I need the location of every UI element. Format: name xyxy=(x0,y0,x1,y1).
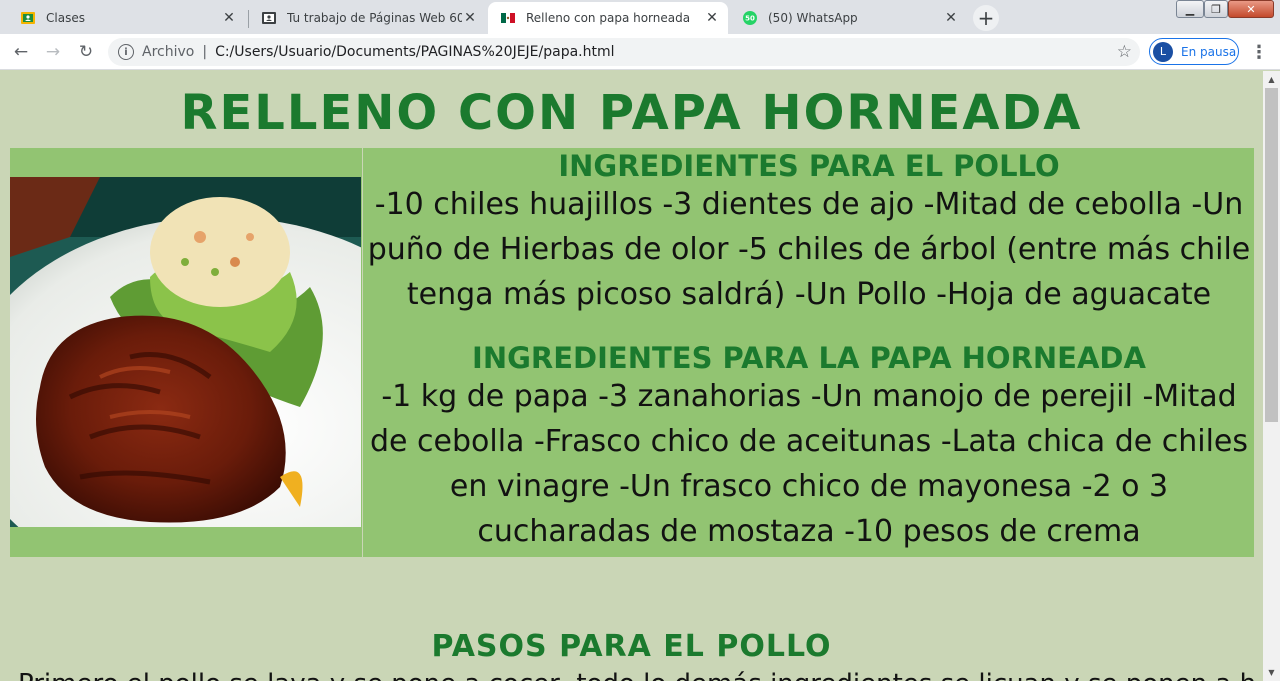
ingredientes-pollo: INGREDIENTES PARA EL POLLO -10 chiles hu… xyxy=(366,150,1252,317)
page-viewport: RELLENO CON PAPA HORNEADA INGREDIENTES P… xyxy=(0,71,1263,681)
tab-clases[interactable]: Clases ✕ xyxy=(8,2,245,34)
ingredientes-papa: INGREDIENTES PARA LA PAPA HORNEADA -1 kg… xyxy=(366,342,1252,554)
reload-button[interactable]: ↻ xyxy=(74,40,98,64)
page-title: RELLENO CON PAPA HORNEADA xyxy=(180,85,1083,141)
whatsapp-icon: 50 xyxy=(742,10,758,26)
scroll-up-arrow-icon[interactable]: ▲ xyxy=(1263,71,1280,88)
address-url[interactable]: C:/Users/Usuario/Documents/PAGINAS%20JEJ… xyxy=(215,44,614,60)
scroll-thumb[interactable] xyxy=(1265,88,1278,422)
food-photo xyxy=(10,177,361,527)
close-icon: ✕ xyxy=(1246,2,1256,16)
ingredientes-pollo-heading: INGREDIENTES PARA EL POLLO xyxy=(558,149,1060,183)
bookmark-star-icon[interactable]: ☆ xyxy=(1117,42,1132,62)
maximize-button[interactable]: ❐ xyxy=(1204,0,1228,18)
close-tab-icon[interactable]: ✕ xyxy=(462,10,478,26)
close-tab-icon[interactable]: ✕ xyxy=(704,10,720,26)
close-window-button[interactable]: ✕ xyxy=(1228,0,1274,18)
menu-kebab-icon[interactable]: ⋮ xyxy=(1249,40,1269,64)
mexico-flag-icon xyxy=(500,10,516,26)
address-divider: | xyxy=(202,44,208,60)
classroom-icon xyxy=(261,10,277,26)
profile-status: En pausa xyxy=(1181,44,1237,59)
back-arrow-icon: ← xyxy=(13,42,29,62)
avatar: L xyxy=(1153,41,1173,62)
close-tab-icon[interactable]: ✕ xyxy=(221,10,237,26)
close-tab-icon[interactable]: ✕ xyxy=(943,10,959,26)
back-button[interactable]: ← xyxy=(9,40,33,64)
forward-button[interactable]: → xyxy=(41,40,65,64)
scroll-down-arrow-icon[interactable]: ▼ xyxy=(1263,664,1280,681)
tab-whatsapp[interactable]: 50 (50) WhatsApp ✕ xyxy=(730,2,967,34)
info-icon[interactable]: i xyxy=(118,44,134,60)
classroom-icon xyxy=(20,10,36,26)
address-bar[interactable]: i Archivo | C:/Users/Usuario/Documents/P… xyxy=(108,38,1140,66)
ingredients-panel: INGREDIENTES PARA EL POLLO -10 chiles hu… xyxy=(10,148,1254,557)
ingredientes-pollo-text: -10 chiles huajillos -3 dientes de ajo -… xyxy=(367,187,1251,312)
vertical-scrollbar[interactable]: ▲ ▼ xyxy=(1263,71,1280,681)
ingredientes-papa-text: -1 kg de papa -3 zanahorias -Un manojo d… xyxy=(369,379,1249,549)
tab-strip: Clases ✕ Tu trabajo de Páginas Web 603 ✕… xyxy=(0,0,1280,34)
ingredientes-papa-heading: INGREDIENTES PARA LA PAPA HORNEADA xyxy=(472,341,1146,375)
pasos-pollo-heading: PASOS PARA EL POLLO xyxy=(431,629,832,664)
forward-arrow-icon: → xyxy=(45,42,61,62)
panel-divider xyxy=(362,148,363,557)
tab-tu-trabajo[interactable]: Tu trabajo de Páginas Web 603 ✕ xyxy=(249,2,486,34)
reload-icon: ↻ xyxy=(78,42,94,62)
tab-relleno[interactable]: Relleno con papa horneada ✕ xyxy=(488,2,728,34)
new-tab-button[interactable]: + xyxy=(973,5,999,31)
svg-text:50: 50 xyxy=(745,15,755,23)
minimize-button[interactable]: ▁ xyxy=(1176,0,1204,18)
plus-icon: + xyxy=(977,6,995,30)
address-scheme: Archivo xyxy=(142,44,195,60)
restore-icon: ❐ xyxy=(1211,2,1221,16)
browser-toolbar: ← → ↻ i Archivo | C:/Users/Usuario/Docum… xyxy=(0,34,1280,70)
minimize-icon: ▁ xyxy=(1185,2,1195,16)
pasos-pollo-text: Primero el pollo se lava y se pone a coc… xyxy=(18,669,1258,681)
profile-button[interactable]: L En pausa xyxy=(1149,38,1239,65)
